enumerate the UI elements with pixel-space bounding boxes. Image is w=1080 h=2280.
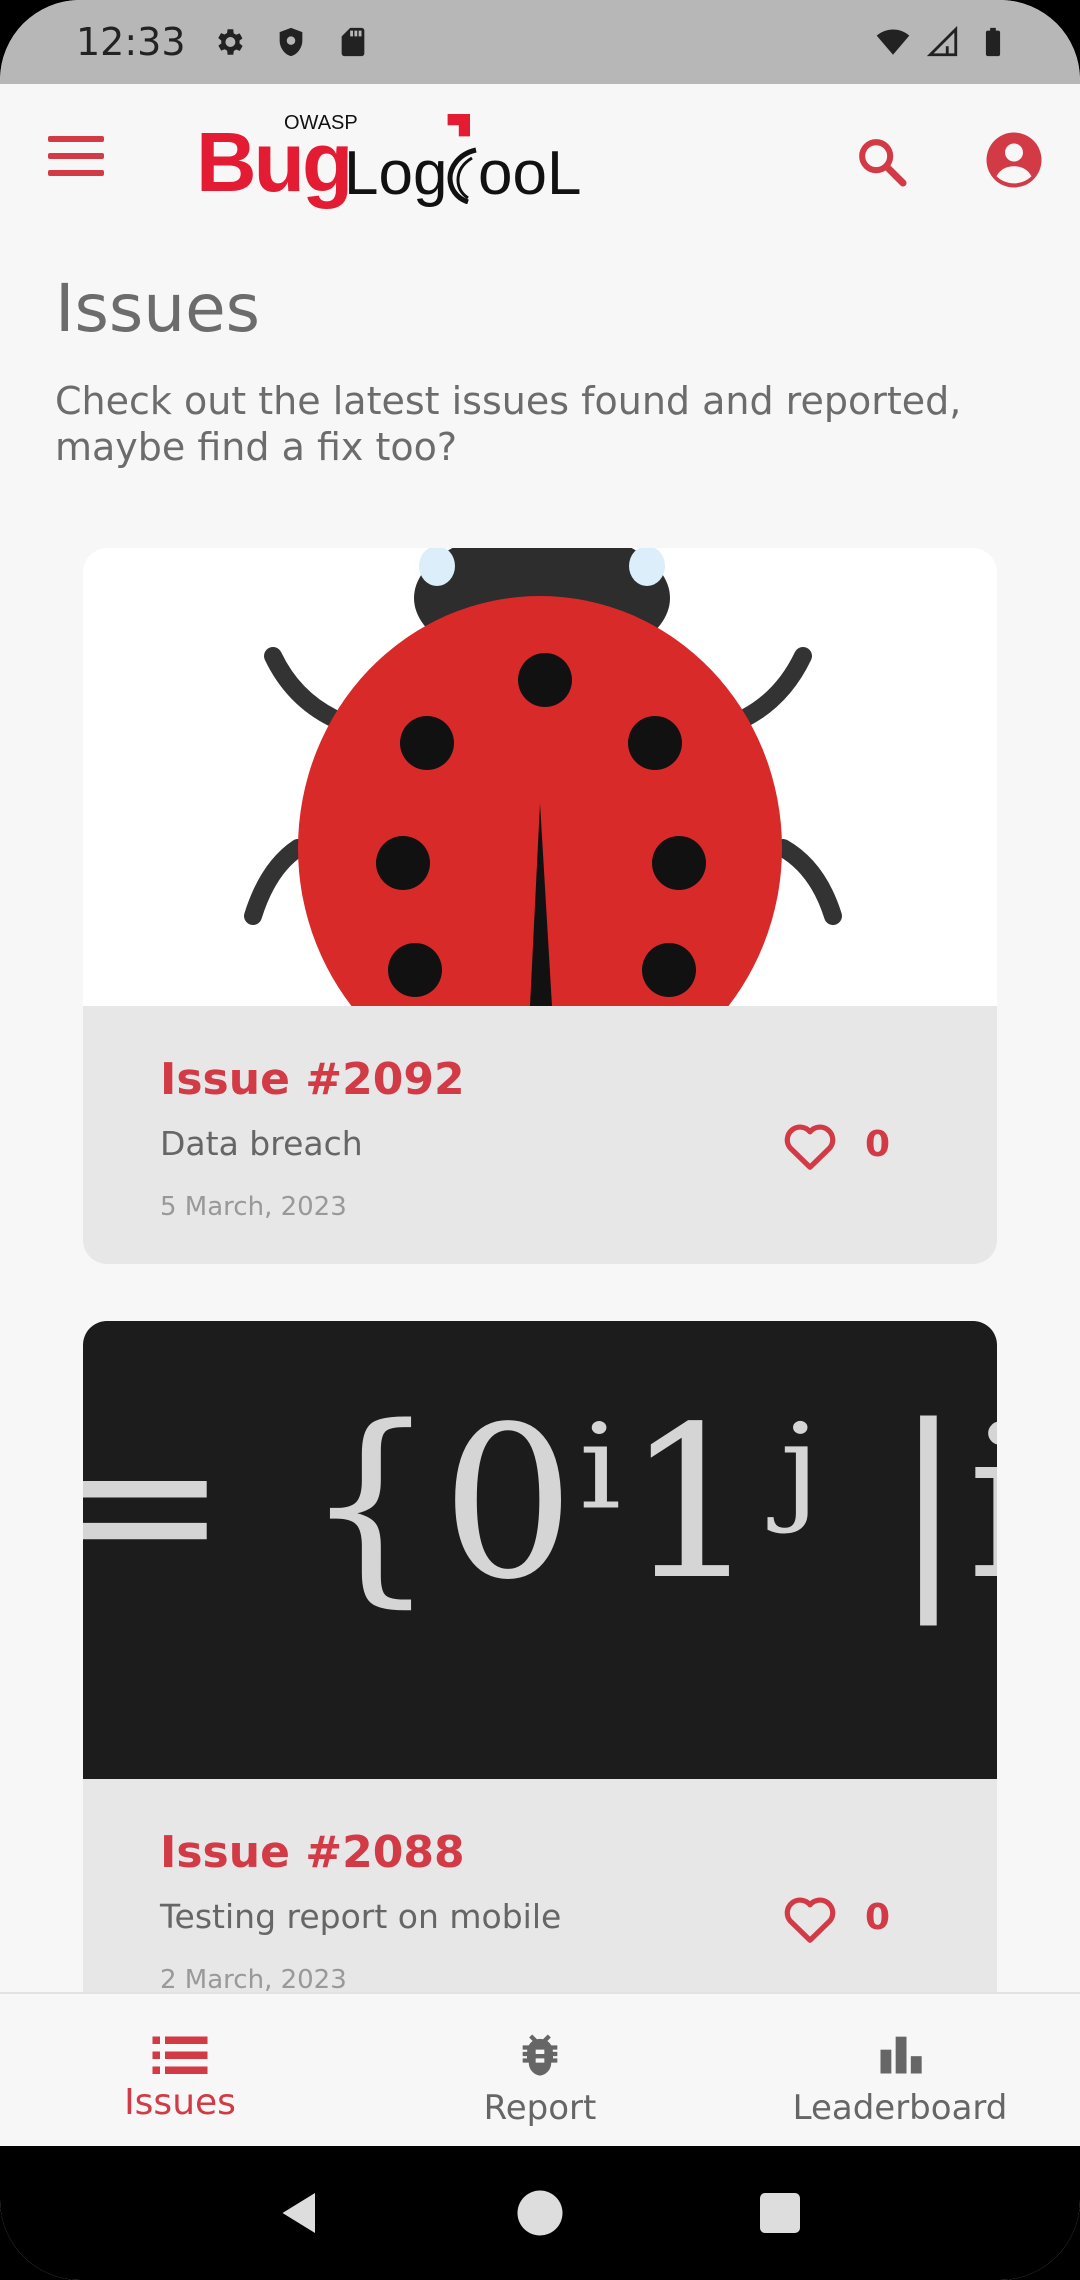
nav-label-leaderboard: Leaderboard [792, 2088, 1008, 2128]
nav-item-issues[interactable]: Issues [0, 1994, 360, 2146]
battery-icon [985, 27, 1001, 57]
logo-flag-icon [447, 114, 470, 137]
logo-log-text: Log [344, 139, 448, 208]
app-bar: Bug OWASP Log ooL [0, 84, 1080, 234]
shield-icon [279, 27, 302, 57]
like-count: 0 [865, 1124, 891, 1165]
sd-card-icon [341, 27, 364, 57]
home-icon[interactable] [510, 2183, 570, 2243]
signal-icon [926, 25, 958, 57]
status-icons-left [212, 25, 370, 59]
nav-item-report[interactable]: Report [360, 1994, 720, 2146]
issue-card[interactable]: = {0ⁱ1ʲ |i Issue #2088 Testing report on… [83, 1321, 997, 2037]
issue-date: 5 March, 2023 [160, 1192, 347, 1222]
issue-title: Issue #2092 [160, 1054, 465, 1105]
wifi-icon [876, 29, 910, 55]
logo-owasp-text: OWASP [284, 112, 358, 134]
hamburger-menu-icon[interactable] [48, 136, 104, 180]
back-icon[interactable] [270, 2183, 330, 2243]
bottom-navigation: Issues Report Leaderboard [0, 1992, 1080, 2146]
list-icon [152, 2036, 208, 2074]
system-navigation-bar [0, 2146, 1080, 2280]
logo-gauge-icon [447, 147, 477, 204]
heart-icon[interactable] [781, 1893, 839, 1945]
bug-icon [522, 2034, 558, 2076]
issue-description: Data breach [160, 1124, 363, 1163]
issue-date: 2 March, 2023 [160, 1965, 347, 1995]
logo-tool-text: ooL [478, 139, 582, 208]
page-title: Issues [55, 270, 261, 347]
issue-card[interactable]: Issue #2092 Data breach 5 March, 2023 0 [83, 548, 997, 1264]
issue-title: Issue #2088 [160, 1827, 465, 1878]
bug-logging-tool-logo: Bug OWASP Log ooL [196, 112, 581, 209]
bar-chart-icon [880, 2036, 922, 2074]
nav-label-report: Report [483, 2088, 597, 2128]
heart-icon[interactable] [781, 1120, 839, 1172]
status-icons-right [876, 25, 1010, 59]
account-circle-icon[interactable] [984, 130, 1044, 190]
status-bar: 12:33 [0, 0, 1080, 84]
nav-item-leaderboard[interactable]: Leaderboard [720, 1994, 1080, 2146]
like-count: 0 [865, 1897, 891, 1938]
nav-label-issues: Issues [124, 2082, 236, 2123]
ladybug-illustration [244, 548, 842, 1006]
issue-image-text: = {0ⁱ1ʲ |i [83, 1381, 997, 1626]
search-icon[interactable] [854, 134, 910, 190]
recents-icon[interactable] [750, 2183, 810, 2243]
app-screen: 12:33 Bug OWASP Log ooL Issues Check out… [0, 0, 1080, 2280]
issue-image-math: = {0ⁱ1ʲ |i [83, 1321, 997, 1779]
page-subtitle: Check out the latest issues found and re… [55, 379, 962, 469]
gear-icon [217, 29, 243, 55]
issue-card-body: Issue #2092 Data breach 5 March, 2023 0 [83, 1006, 997, 1264]
status-time: 12:33 [76, 20, 186, 64]
issue-image-ladybug [83, 548, 997, 1006]
issue-description: Testing report on mobile [160, 1897, 562, 1936]
